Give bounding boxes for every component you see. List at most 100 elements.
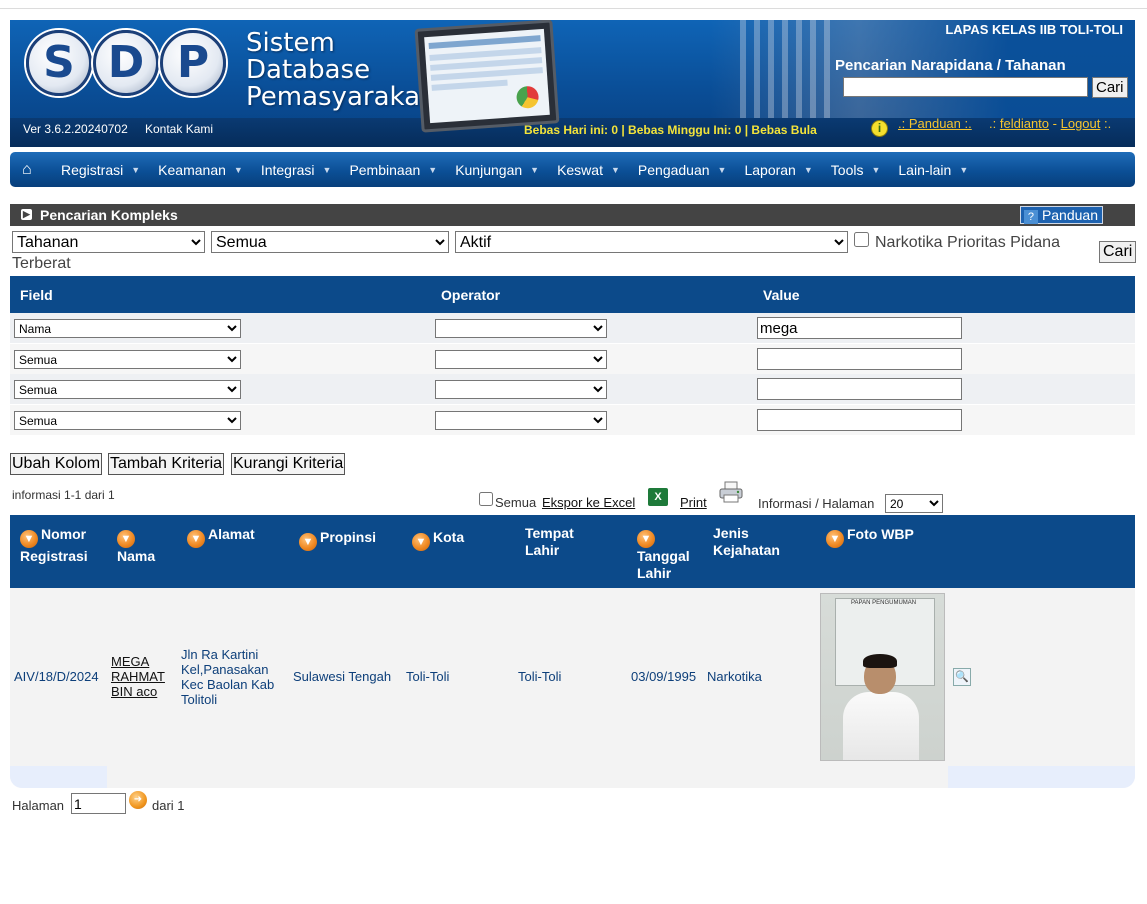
alamat-line-1: Jln Ra Kartini	[181, 647, 259, 662]
nav-label: Pembinaan	[349, 161, 421, 178]
printer-icon[interactable]	[718, 481, 744, 503]
nav-pembinaan[interactable]: Pembinaan ▼	[349, 162, 437, 178]
nav-kunjungan[interactable]: Kunjungan ▼	[455, 162, 539, 178]
header-search-title: Pencarian Narapidana / Tahanan	[835, 57, 1066, 74]
value-input[interactable]	[757, 378, 962, 400]
operator-select[interactable]	[435, 350, 607, 369]
col-nomor[interactable]: ▼ Nomor Registrasi	[20, 526, 88, 565]
cell-tanggal-lahir: 03/09/1995	[631, 669, 697, 684]
sort-icon[interactable]: ▼	[412, 533, 430, 551]
home-icon[interactable]: ⌂	[22, 161, 49, 179]
value-input[interactable]	[757, 348, 962, 370]
banner-bars	[740, 20, 830, 118]
col-nama-label: Nama	[117, 548, 156, 564]
alamat-line-2: Kel,Panasakan	[181, 662, 269, 677]
contact-link[interactable]: Kontak Kami	[145, 122, 213, 136]
section-title: Pencarian Kompleks	[40, 207, 178, 223]
header-search-input[interactable]	[843, 77, 1088, 97]
select-all-checkbox[interactable]	[479, 492, 493, 506]
status-select[interactable]: Aktif	[455, 231, 848, 253]
header-search-button[interactable]: Cari	[1092, 77, 1128, 98]
field-select[interactable]: Semua	[14, 380, 241, 399]
col-foto[interactable]: ▼ Foto WBP	[826, 526, 914, 548]
col-nama[interactable]: ▼ Nama	[117, 526, 155, 565]
select-all-label: Semua	[495, 495, 537, 510]
nav-integrasi[interactable]: Integrasi ▼	[261, 162, 332, 178]
value-input[interactable]	[757, 409, 962, 431]
institution-name: LAPAS KELAS IIB TOLI-TOLI	[945, 22, 1123, 37]
main-nav: ⌂ Registrasi ▼ Keamanan ▼ Integrasi ▼ Pembi…	[10, 152, 1135, 187]
nav-label: Keswat	[557, 161, 603, 178]
col-foto-label: Foto WBP	[847, 526, 914, 542]
nav-tools[interactable]: Tools ▼	[831, 162, 881, 178]
field-select[interactable]: Semua	[14, 350, 241, 369]
go-icon[interactable]: ➜	[129, 791, 147, 809]
zoom-icon[interactable]: 🔍	[953, 668, 971, 686]
excel-icon[interactable]: X	[648, 488, 668, 506]
panduan-button[interactable]: ? Panduan	[1019, 206, 1103, 224]
footer-left-cap	[10, 766, 107, 788]
logo-letter-s: S	[26, 30, 92, 96]
operator-select[interactable]	[435, 380, 607, 399]
header-links: .: Panduan :.	[898, 116, 972, 131]
narkotika-checkbox[interactable]	[854, 232, 869, 247]
caret-down-icon: ▼	[530, 164, 540, 175]
field-select[interactable]: Semua	[14, 411, 241, 430]
nama-link[interactable]: MEGA RAHMAT BIN aco	[111, 654, 165, 699]
nama-line-2: RAHMAT	[111, 669, 165, 684]
link-separator: :.	[1104, 116, 1112, 131]
user-link[interactable]: feldianto	[1000, 116, 1049, 131]
col-alamat[interactable]: ▼ Alamat	[187, 526, 255, 548]
search-button[interactable]: Cari	[1099, 241, 1137, 263]
kurangi-kriteria-button[interactable]: Kurangi Kriteria	[231, 453, 346, 475]
cell-propinsi: Sulawesi Tengah	[293, 669, 392, 684]
sort-icon[interactable]: ▼	[826, 530, 844, 548]
photo-person-body	[843, 692, 919, 760]
caret-down-icon: ▼	[233, 164, 243, 175]
col-nomor-label-2: Registrasi	[20, 548, 88, 564]
field-select[interactable]: Nama	[14, 319, 241, 338]
col-tanggal-lahir[interactable]: ▼ Tanggal Lahir	[637, 526, 690, 582]
sort-icon[interactable]: ▼	[299, 533, 317, 551]
col-tempat-lahir[interactable]: Tempat Lahir	[525, 525, 574, 559]
logout-link[interactable]: Logout	[1061, 116, 1101, 131]
sort-icon[interactable]: ▼	[117, 530, 135, 548]
page-number-input[interactable]	[71, 793, 126, 814]
caret-down-icon: ▼	[959, 164, 969, 175]
logo-letter-p: P	[160, 30, 226, 96]
print-link[interactable]: Print	[680, 495, 707, 510]
tambah-kriteria-button[interactable]: Tambah Kriteria	[108, 453, 225, 475]
nav-keswat[interactable]: Keswat ▼	[557, 162, 620, 178]
operator-select[interactable]	[435, 411, 607, 430]
export-excel-link[interactable]: Ekspor ke Excel	[542, 495, 635, 510]
col-jenis-kejahatan[interactable]: Jenis Kejahatan	[713, 525, 780, 559]
photo-person-hair	[863, 654, 897, 668]
sort-icon[interactable]: ▼	[20, 530, 38, 548]
field-header: Field	[20, 287, 53, 303]
nav-keamanan[interactable]: Keamanan ▼	[158, 162, 243, 178]
value-input[interactable]	[757, 317, 962, 339]
app-version: Ver 3.6.2.20240702	[23, 122, 128, 136]
ubah-kolom-button[interactable]: Ubah Kolom	[10, 453, 103, 475]
caret-down-icon: ▼	[717, 164, 727, 175]
caret-down-icon: ▼	[871, 164, 881, 175]
nav-registrasi[interactable]: Registrasi ▼	[61, 162, 140, 178]
col-tanggal-label-2: Lahir	[637, 565, 672, 581]
nav-label: Laporan	[744, 161, 796, 178]
nav-lain-lain[interactable]: Lain-lain ▼	[898, 162, 968, 178]
link-separator: -	[1052, 116, 1057, 131]
sort-icon[interactable]: ▼	[637, 530, 655, 548]
kategori-select[interactable]: Semua	[211, 231, 449, 253]
per-page-select[interactable]: 20	[885, 494, 943, 513]
col-propinsi[interactable]: ▼ Propinsi	[299, 529, 376, 551]
operator-select[interactable]	[435, 319, 607, 338]
nav-laporan[interactable]: Laporan ▼	[744, 162, 812, 178]
col-kota[interactable]: ▼ Kota	[412, 529, 464, 551]
nav-label: Integrasi	[260, 161, 315, 178]
nav-label: Registrasi	[61, 161, 124, 178]
jenis-select[interactable]: Tahanan	[12, 231, 205, 253]
header-panduan-link[interactable]: .: Panduan :.	[898, 116, 972, 131]
nav-pengaduan[interactable]: Pengaduan ▼	[638, 162, 727, 178]
sort-icon[interactable]: ▼	[187, 530, 205, 548]
logo-letter-d: D	[93, 30, 159, 96]
